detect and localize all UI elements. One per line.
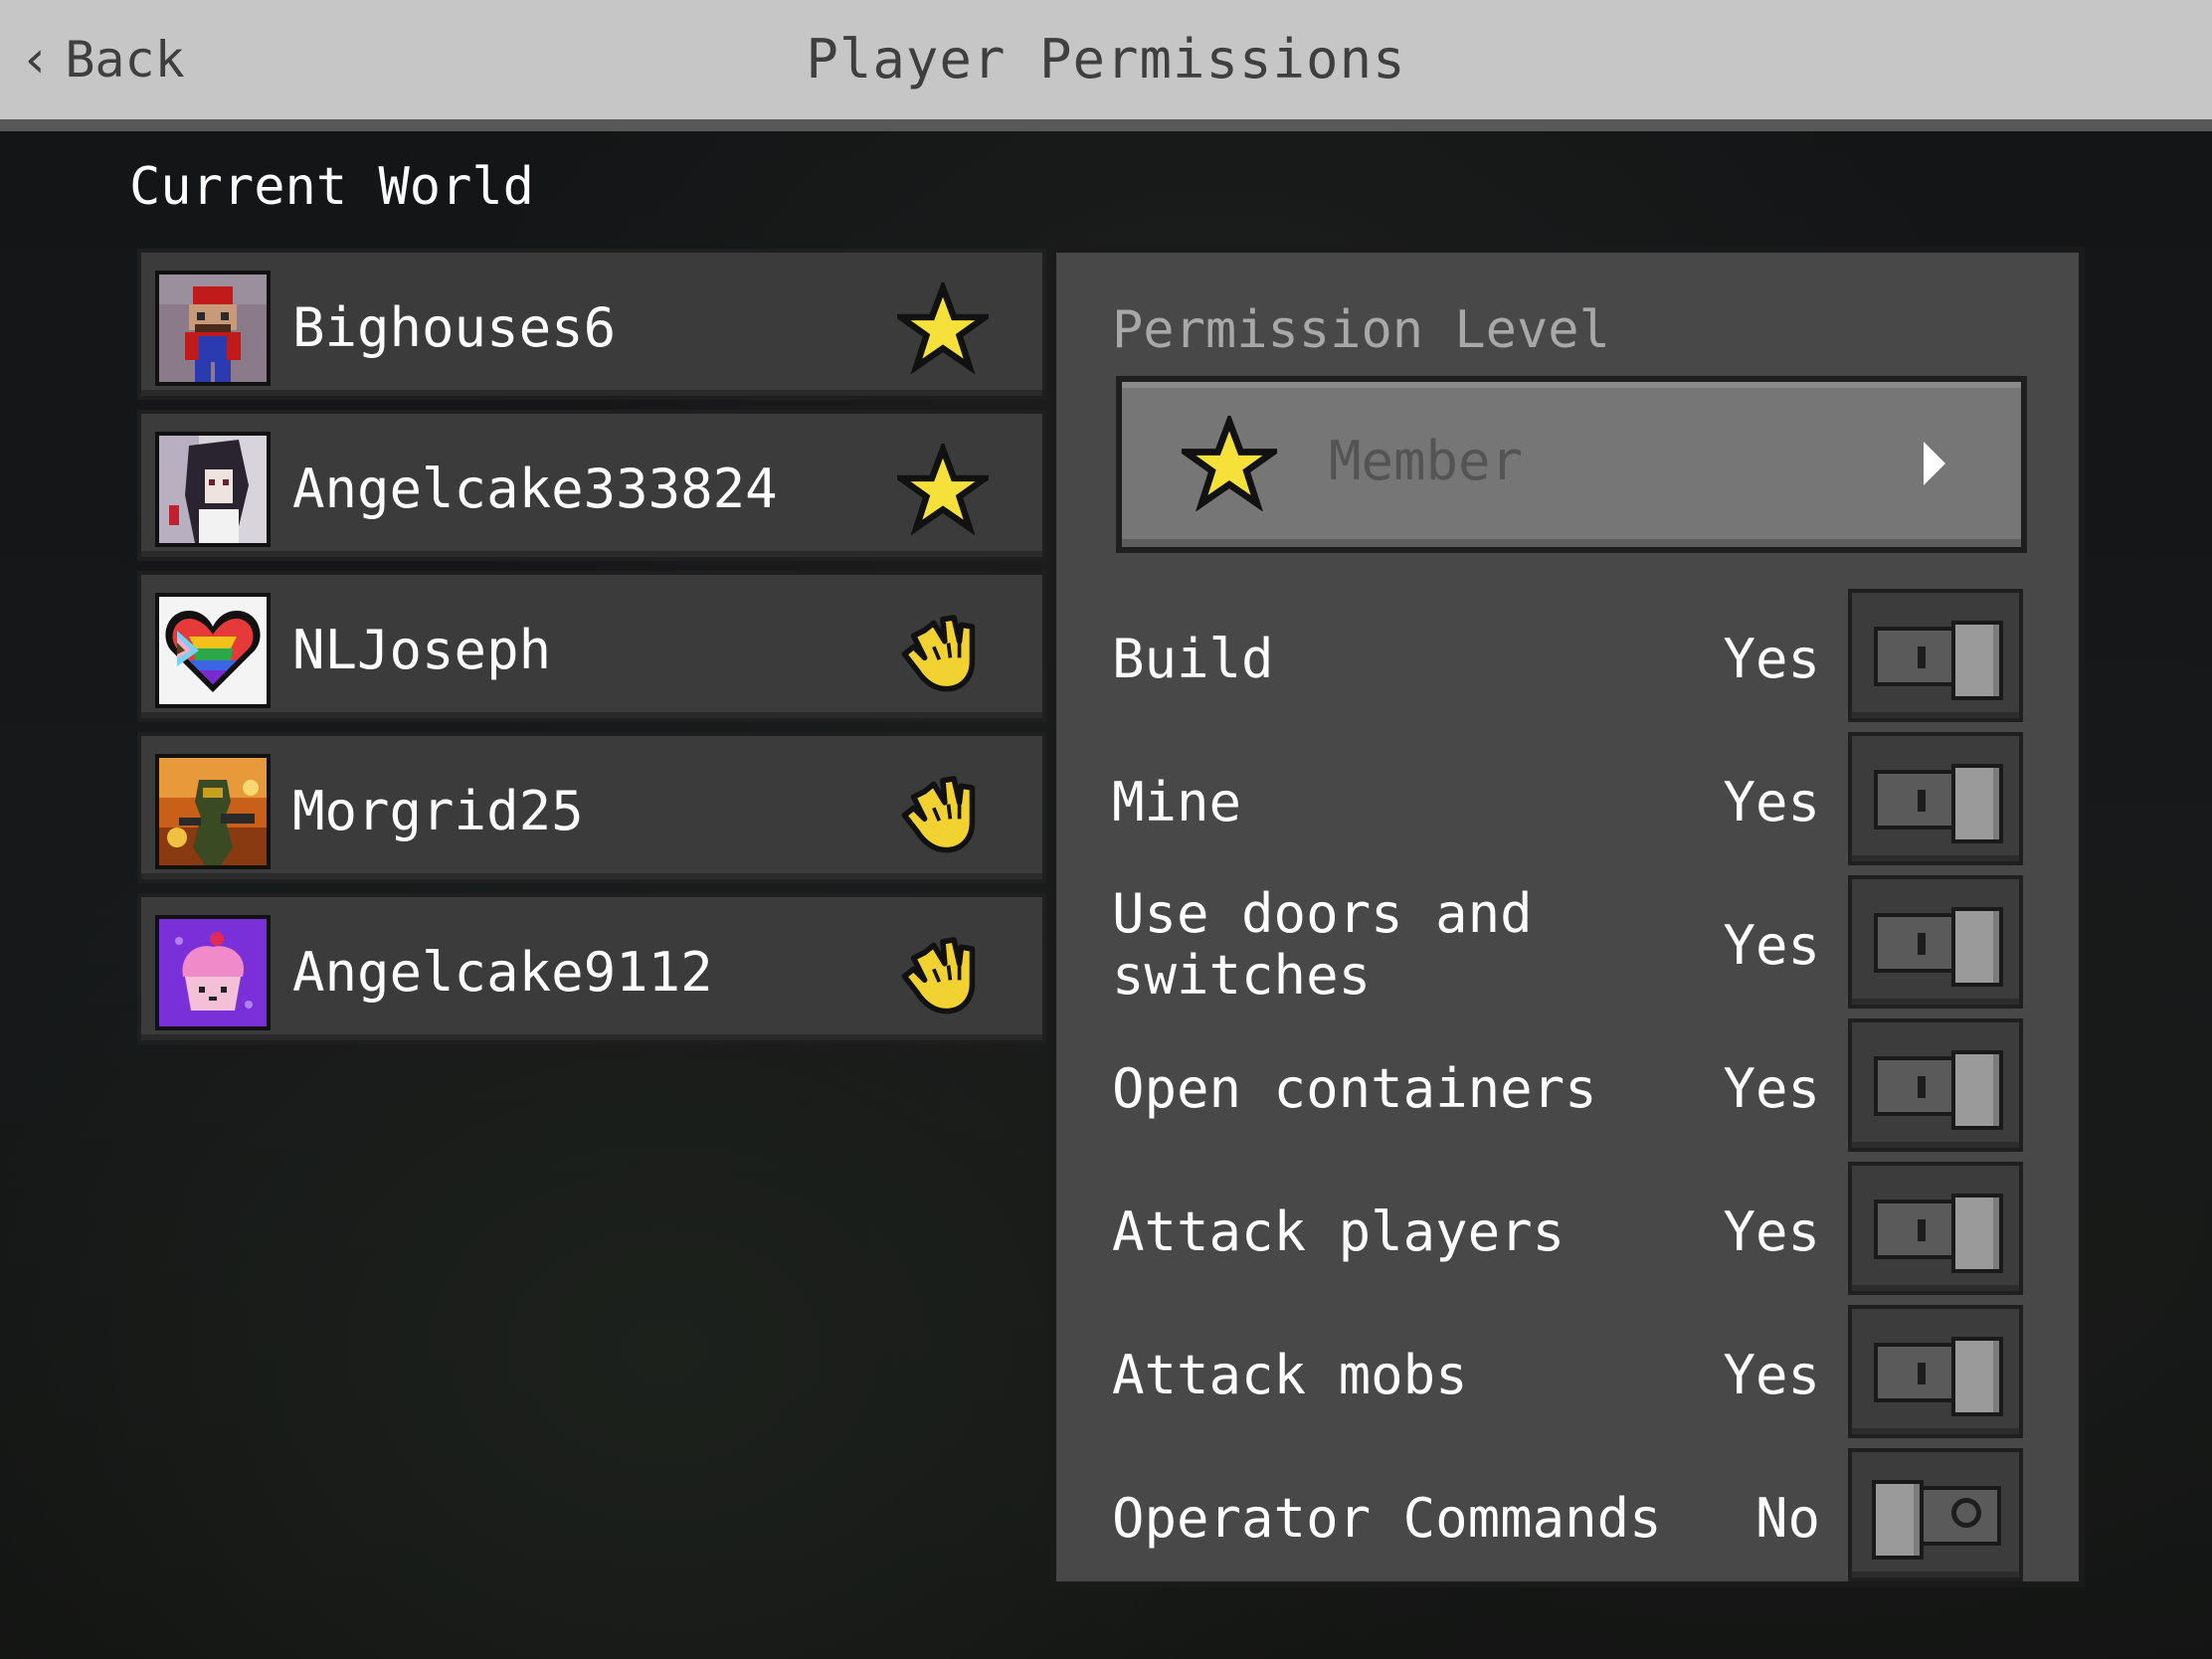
toggle-knob — [1951, 907, 2003, 987]
toggle-track — [1874, 907, 2003, 987]
toggle-on-mark — [1918, 933, 1926, 955]
avatar — [155, 915, 271, 1030]
hand-icon — [901, 776, 976, 853]
avatar — [155, 271, 271, 386]
hand-icon — [901, 615, 976, 692]
permission-row-operator-commands: Operator Commands No — [1056, 1448, 2079, 1591]
permission-row-build: Build Yes — [1056, 589, 2079, 732]
star-icon — [1182, 416, 1277, 511]
avatar — [155, 432, 271, 547]
toggle-knob — [1872, 1480, 1924, 1560]
avatar — [155, 593, 271, 708]
toggle-on-mark — [1918, 1076, 1926, 1098]
avatar — [155, 754, 271, 869]
player-row-nljoseph[interactable]: NLJoseph — [137, 571, 1046, 722]
permission-label: Build — [1112, 628, 1274, 690]
player-name: NLJoseph — [292, 619, 552, 681]
toggle-knob — [1951, 1337, 2003, 1416]
player-name: Angelcake9112 — [292, 941, 713, 1004]
permission-state: Yes — [1723, 771, 1820, 833]
section-title: Current World — [129, 157, 534, 217]
toggle-track — [1874, 1050, 2003, 1130]
permission-row-containers: Open containers Yes — [1056, 1018, 2079, 1162]
permission-label: Mine — [1112, 771, 1242, 833]
permission-label: Attack mobs — [1112, 1344, 1468, 1406]
permission-state: No — [1754, 1487, 1820, 1550]
top-bar: ‹ Back Player Permissions — [0, 0, 2212, 131]
permission-state: Yes — [1723, 1200, 1820, 1263]
build-toggle[interactable] — [1848, 589, 2023, 722]
player-row-bighouses6[interactable]: Bighouses6 — [137, 249, 1046, 400]
toggle-track — [1874, 1337, 2003, 1416]
attack-mobs-toggle[interactable] — [1848, 1305, 2023, 1438]
star-icon — [897, 282, 989, 374]
toggle-track — [1874, 1194, 2003, 1273]
permission-label: Operator Commands — [1112, 1487, 1662, 1550]
permission-state: Yes — [1723, 914, 1820, 977]
permission-row-attack-mobs: Attack mobs Yes — [1056, 1305, 2079, 1448]
permission-level-value: Member — [1329, 430, 1524, 492]
player-name: Morgrid25 — [292, 780, 584, 842]
toggle-knob — [1951, 621, 2003, 700]
containers-toggle[interactable] — [1848, 1018, 2023, 1152]
star-icon — [897, 444, 989, 535]
attack-players-toggle[interactable] — [1848, 1162, 2023, 1295]
permission-row-mine: Mine Yes — [1056, 732, 2079, 875]
toggle-track — [1872, 1480, 2001, 1560]
chevron-right-icon — [1924, 442, 1945, 485]
permission-row-attack-players: Attack players Yes — [1056, 1162, 2079, 1305]
hand-icon — [901, 937, 976, 1014]
player-row-morgrid25[interactable]: Morgrid25 — [137, 732, 1046, 883]
permission-level-label: Permission Level — [1112, 300, 1610, 360]
doors-switches-toggle[interactable] — [1848, 875, 2023, 1009]
player-row-angelcake9112[interactable]: Angelcake9112 — [137, 893, 1046, 1044]
toggle-knob — [1951, 1050, 2003, 1130]
mine-toggle[interactable] — [1848, 732, 2023, 865]
permission-state: Yes — [1723, 628, 1820, 690]
permission-state: Yes — [1723, 1057, 1820, 1120]
toggle-on-mark — [1918, 1219, 1926, 1241]
toggle-knob — [1951, 764, 2003, 843]
toggle-track — [1874, 764, 2003, 843]
player-row-angelcake333824[interactable]: Angelcake333824 — [137, 410, 1046, 561]
permission-label: Attack players — [1112, 1200, 1566, 1263]
permission-level-dropdown[interactable]: Member — [1116, 376, 2027, 553]
permission-state: Yes — [1723, 1344, 1820, 1406]
operator-commands-toggle[interactable] — [1848, 1448, 2023, 1581]
toggle-knob — [1951, 1194, 2003, 1273]
toggle-track — [1874, 621, 2003, 700]
player-list: Bighouses6 Angelcake333824 NLJoseph Morg… — [137, 249, 1046, 1054]
permissions-panel: Permission Level Member Build Yes Mine Y… — [1050, 247, 2085, 1587]
permission-label: Open containers — [1112, 1057, 1597, 1120]
toggle-on-mark — [1918, 1363, 1926, 1384]
toggle-on-mark — [1918, 646, 1926, 668]
toggle-off-mark — [1951, 1498, 1981, 1528]
player-name: Angelcake333824 — [292, 458, 778, 520]
permission-label: Use doors and switches — [1112, 882, 1533, 1007]
toggle-on-mark — [1918, 790, 1926, 812]
permission-row-doors-switches: Use doors and switches Yes — [1056, 875, 2079, 1018]
player-name: Bighouses6 — [292, 296, 617, 359]
page-title: Player Permissions — [806, 28, 1406, 91]
